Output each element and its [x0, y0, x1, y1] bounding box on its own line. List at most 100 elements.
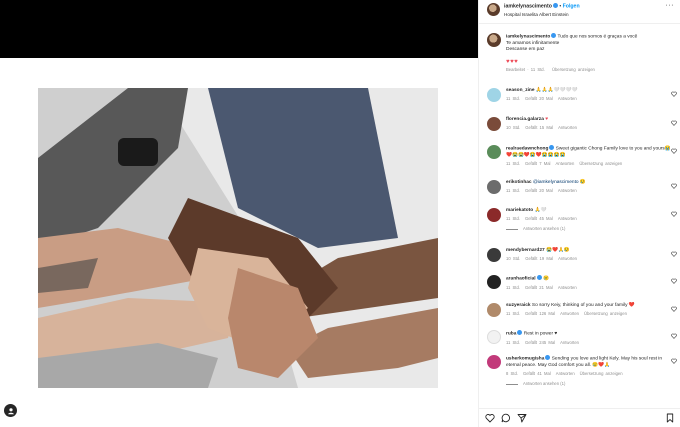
reply-button[interactable]: Antworten	[558, 285, 577, 290]
post-location[interactable]: Hospital Israelita Albert Einstein	[504, 11, 580, 18]
like-button[interactable]	[485, 413, 495, 423]
comment-avatar[interactable]	[487, 145, 501, 159]
more-options-icon[interactable]: ···	[666, 2, 675, 9]
comment-text: 😭❤️🙏😢	[546, 248, 570, 253]
comment-username[interactable]: suzyeraick	[506, 303, 531, 308]
comment-likes[interactable]: Gefällt 7 Mal	[525, 161, 551, 166]
comment-username[interactable]: realraedawnchong	[506, 147, 548, 152]
photo-panel	[0, 58, 478, 427]
save-button[interactable]	[665, 413, 675, 423]
comment-avatar[interactable]	[487, 117, 501, 131]
caption-username[interactable]: iamkelynascimento	[506, 35, 550, 40]
instagram-post-modal: iamkelynascimento • Folgen Hospital Isra…	[0, 0, 680, 427]
user-tag-icon	[7, 407, 14, 414]
comment-likes[interactable]: Gefällt 19 Mal	[525, 256, 553, 261]
comment-likes[interactable]: Gefällt 20 Mal	[525, 188, 553, 193]
view-replies-button[interactable]: Antworten ansehen (1)	[506, 226, 675, 232]
see-translation-link[interactable]: Übersetzung anzeigen	[580, 371, 623, 376]
comment-username[interactable]: mendybernard27	[506, 248, 545, 253]
reply-button[interactable]: Antworten	[558, 256, 577, 261]
comment-username[interactable]: aranhaoficial	[506, 277, 536, 282]
comment-avatar[interactable]	[487, 330, 501, 344]
comment-likes[interactable]: Gefällt 41 Mal	[523, 371, 551, 376]
comment-like-icon[interactable]	[671, 211, 677, 217]
comment-like-icon[interactable]	[671, 278, 677, 284]
comment-username[interactable]: mariekatoto	[506, 208, 533, 213]
reply-button[interactable]: Antworten	[560, 340, 579, 345]
comment-time: 11 Std.	[506, 284, 520, 290]
author-username[interactable]: iamkelynascimento	[504, 4, 552, 10]
comment-body: season_zine 🙏🙏🙏🤍🤍🤍🤍 11 Std. Gefällt 20 Ma…	[506, 88, 675, 102]
reply-button[interactable]: Antworten	[558, 216, 577, 221]
comment-time: 11 Std.	[506, 339, 520, 345]
comment-avatar[interactable]	[487, 355, 501, 369]
caption: iamkelynascimento Tudo que nos somos é g…	[487, 33, 675, 74]
caption-line-1: Tudo que nos somos é graças a você	[557, 34, 638, 40]
comment-item: ruba Rest in power ♥ 11 Std. Gefällt 245 …	[487, 330, 677, 346]
comment-item: mendybernard27 😭❤️🙏😢 10 Std. Gefällt 19 M…	[487, 248, 677, 262]
comment-item: mariekatoto 🙏🤍 11 Std. Gefällt 45 Mal Antw…	[487, 208, 677, 233]
view-replies-label: Antworten ansehen (1)	[523, 381, 566, 387]
comment-username[interactable]: season_zine	[506, 88, 535, 93]
reply-button[interactable]: Antworten	[560, 311, 579, 316]
reply-button[interactable]: Antworten	[556, 371, 575, 376]
comment-like-icon[interactable]	[671, 183, 677, 189]
comment-button[interactable]	[501, 413, 511, 423]
reply-button[interactable]: Antworten	[558, 125, 577, 130]
comment-avatar[interactable]	[487, 275, 501, 289]
see-translation-link[interactable]: Übersetzung anzeigen	[584, 311, 627, 316]
comment-like-icon[interactable]	[671, 333, 677, 339]
follow-button[interactable]: Folgen	[563, 4, 580, 10]
comment-avatar[interactable]	[487, 88, 501, 102]
comment-like-icon[interactable]	[671, 358, 677, 364]
comment-like-icon[interactable]	[671, 306, 677, 312]
see-translation-link[interactable]: Übersetzung anzeigen	[552, 67, 595, 72]
post-photo[interactable]	[38, 88, 438, 388]
view-replies-button[interactable]: Antworten ansehen (1)	[506, 381, 675, 387]
reply-button[interactable]: Antworten	[558, 96, 577, 101]
comments-list[interactable]: iamkelynascimento Tudo que nos somos é g…	[479, 25, 680, 400]
media-pane	[0, 0, 478, 427]
comment-like-icon[interactable]	[671, 120, 677, 126]
comment-like-icon[interactable]	[671, 148, 677, 154]
comment-likes[interactable]: Gefällt 20 Mal	[525, 96, 553, 101]
comment-body: suzyeraick So sorry Keiy, thinking of yo…	[506, 303, 675, 317]
comment-text: 🙏🤍	[534, 208, 547, 213]
author-avatar[interactable]	[487, 3, 500, 16]
comment-likes[interactable]: Gefällt 45 Mal	[525, 216, 553, 221]
paper-plane-icon	[517, 414, 527, 423]
comment-item: usherkomugisha Sending you love and ligh…	[487, 355, 677, 387]
heart-outline-icon	[485, 414, 495, 423]
caption-hearts: ♥♥♥	[506, 59, 519, 66]
comment-likes[interactable]: Gefällt 126 Mal	[525, 311, 555, 316]
see-translation-link[interactable]: Übersetzung anzeigen	[579, 161, 622, 166]
comment-username[interactable]: erikotinhac	[506, 180, 532, 185]
comment-likes[interactable]: Gefällt 21 Mal	[525, 285, 553, 290]
comment-likes[interactable]: Gefällt 245 Mal	[525, 340, 555, 345]
comment-username[interactable]: florencia.galarza	[506, 117, 544, 122]
comment-avatar[interactable]	[487, 303, 501, 317]
comment-time: 11 Std.	[506, 188, 520, 194]
comment-avatar[interactable]	[487, 180, 501, 194]
comment-username[interactable]: usherkomugisha	[506, 357, 544, 362]
comment-body: ruba Rest in power ♥ 11 Std. Gefällt 245 …	[506, 330, 675, 346]
comment-likes[interactable]: Gefällt 15 Mal	[525, 125, 553, 130]
comment-like-icon[interactable]	[671, 251, 677, 257]
caption-avatar[interactable]	[487, 33, 501, 47]
comment-like-icon[interactable]	[671, 91, 677, 97]
share-button[interactable]	[517, 413, 527, 423]
comment-meta: 10 Std. Gefällt 19 Mal Antworten	[506, 256, 675, 262]
post-header: iamkelynascimento • Folgen Hospital Isra…	[479, 0, 680, 24]
comment-item: suzyeraick So sorry Keiy, thinking of yo…	[487, 303, 677, 317]
comment-meta: 8 Std. Gefällt 41 Mal Antworten Übersetzung…	[506, 371, 675, 377]
reply-button[interactable]: Antworten	[555, 161, 574, 166]
comment-time: 10 Std.	[506, 125, 521, 131]
comment-avatar[interactable]	[487, 248, 501, 262]
reply-button[interactable]: Antworten	[558, 188, 577, 193]
comment-username[interactable]: ruba	[506, 332, 516, 337]
user-tag-button[interactable]	[4, 404, 17, 417]
comment-item: realraedawnchong Sweet gigantic Chong Fa…	[487, 145, 677, 167]
view-replies-label: Antworten ansehen (1)	[523, 226, 566, 232]
comment-time: 11 Std.	[506, 216, 520, 222]
comment-avatar[interactable]	[487, 208, 501, 222]
